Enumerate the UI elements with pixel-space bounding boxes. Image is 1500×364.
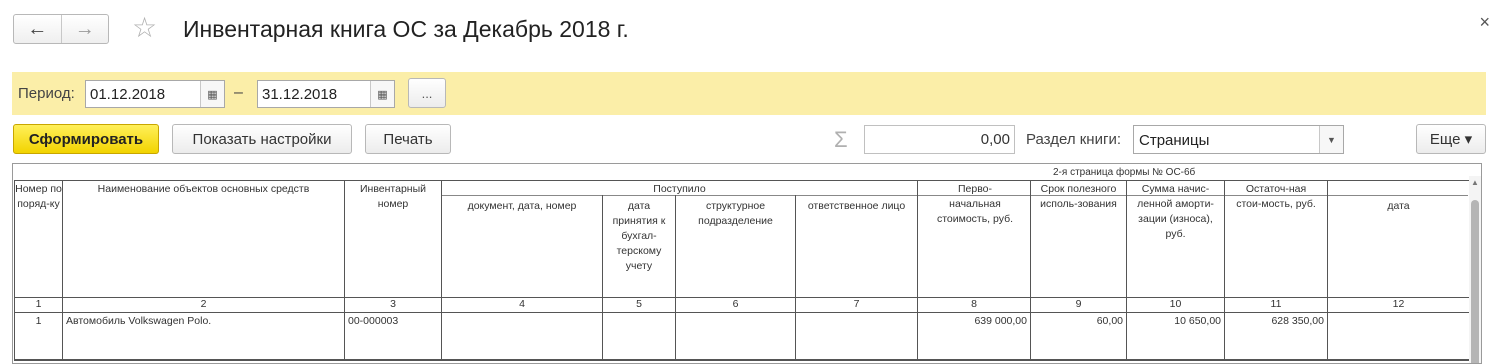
sum-field: 0,00 [864, 125, 1015, 154]
header-responsible-person: ответственное лицо [807, 200, 906, 212]
header-row-number: Номер по поряд-ку [15, 183, 62, 210]
table-cell-initial-cost: 639 000,00 [974, 315, 1027, 327]
close-icon[interactable]: × [1479, 12, 1490, 33]
header-received-group: Поступило [653, 183, 706, 195]
header-acceptance-date: дата принятия к бухгал-терскому учету [612, 200, 666, 272]
print-button[interactable]: Печать [365, 124, 451, 154]
navigation-buttons: ← → [13, 14, 109, 44]
column-number: 12 [1392, 298, 1405, 310]
period-separator: – [234, 84, 243, 101]
forward-arrow-icon[interactable]: → [60, 15, 109, 43]
header-depreciation: Сумма начис-ленной аморти-зации (износа)… [1137, 183, 1214, 240]
calendar-icon[interactable]: ▦ [370, 81, 394, 107]
header-document: документ, дата, номер [467, 200, 577, 212]
header-useful-life: Срок полезного исполь-зования [1040, 183, 1117, 210]
book-section-select[interactable]: Страницы ▼ [1133, 125, 1344, 154]
column-number: 7 [853, 298, 860, 310]
period-start-field[interactable]: 01.12.2018 ▦ [85, 80, 225, 108]
calendar-icon[interactable]: ▦ [200, 81, 224, 107]
table-cell-number: 1 [35, 315, 42, 327]
header-inventory-number: Инвентарный номер [359, 183, 427, 210]
period-start-value: 01.12.2018 [90, 86, 166, 103]
favorite-star-icon[interactable]: ☆ [132, 13, 157, 43]
back-arrow-icon[interactable]: ← [14, 15, 61, 43]
book-section-value: Страницы [1139, 132, 1210, 149]
column-number: 1 [35, 298, 42, 310]
table-cell-inventory-number: 00-000003 [348, 315, 399, 327]
table-cell-useful-life: 60,00 [1096, 315, 1123, 327]
column-number: 9 [1075, 298, 1082, 310]
select-period-button[interactable]: ... [408, 78, 446, 108]
period-panel: Период: 01.12.2018 ▦ – 31.12.2018 ▦ ... [12, 72, 1486, 115]
more-button[interactable]: Еще ▾ [1416, 124, 1486, 154]
report-spreadsheet[interactable]: 2-я страница формы № ОС-6б Номер по поря… [12, 163, 1482, 364]
column-number: 4 [519, 298, 525, 310]
show-settings-button[interactable]: Показать настройки [172, 124, 352, 154]
column-number: 2 [200, 298, 207, 310]
page-title: Инвентарная книга ОС за Декабрь 2018 г. [183, 16, 629, 42]
period-end-value: 31.12.2018 [262, 86, 338, 103]
scrollbar-thumb[interactable] [1471, 200, 1479, 363]
column-number: 3 [390, 298, 396, 310]
book-section-label: Раздел книги: [1026, 131, 1121, 148]
column-number: 6 [732, 298, 739, 310]
sum-icon: Σ [834, 127, 848, 152]
header-date: дата [1387, 200, 1410, 212]
column-number: 10 [1169, 298, 1182, 310]
table-cell-residual-value: 628 350,00 [1271, 315, 1324, 327]
column-number: 5 [636, 298, 642, 310]
period-label: Период: [18, 85, 75, 102]
scroll-up-icon[interactable]: ▲ [1471, 178, 1479, 187]
header-residual-value: Остаточ-ная стои-мость, руб. [1236, 183, 1316, 210]
header-initial-cost: Перво-начальная стоимость, руб. [936, 183, 1014, 225]
header-asset-name: Наименование объектов основных средств [97, 183, 310, 195]
form-caption: 2-я страница формы № ОС-6б [1053, 167, 1196, 178]
column-number: 11 [1270, 298, 1282, 310]
table-cell-asset-name: Автомобиль Volkswagen Polo. [66, 315, 212, 327]
table-cell-depreciation: 10 650,00 [1174, 315, 1221, 327]
header-department: структурное подразделение [698, 200, 773, 227]
period-end-field[interactable]: 31.12.2018 ▦ [257, 80, 395, 108]
generate-button[interactable]: Сформировать [13, 124, 159, 154]
column-number: 8 [971, 298, 977, 310]
chevron-down-icon[interactable]: ▼ [1319, 126, 1343, 153]
